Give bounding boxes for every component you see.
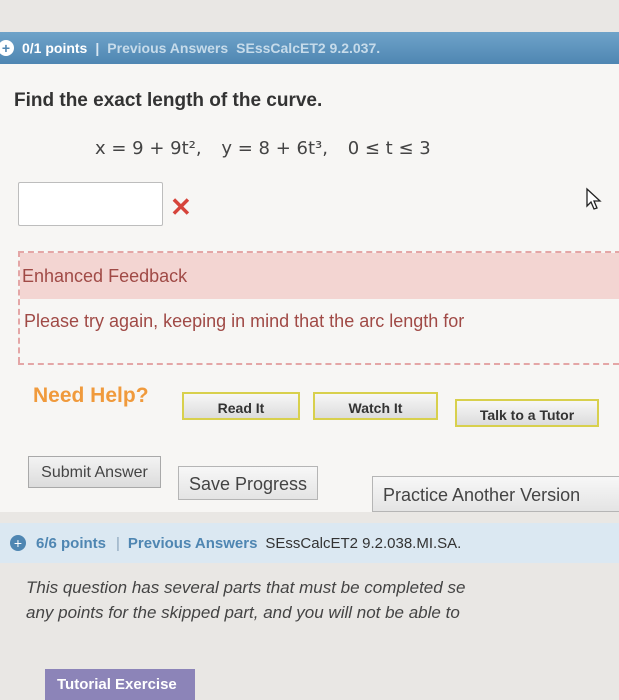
question2-header: + 6/6 points | Previous Answers SEssCalc… bbox=[0, 523, 619, 563]
question2-text: This question has several parts that mus… bbox=[26, 575, 619, 625]
previous-answers-link[interactable]: Previous Answers bbox=[128, 535, 258, 552]
need-help-label: Need Help? bbox=[33, 384, 149, 407]
feedback-divider bbox=[18, 363, 619, 365]
exercise-id: SEssCalcET2 9.2.038.MI.SA. bbox=[265, 534, 462, 552]
question-card: Find the exact length of the curve. x = … bbox=[0, 64, 619, 512]
header-divider: | bbox=[116, 534, 120, 552]
x-mark-icon: ✕ bbox=[170, 192, 192, 222]
previous-answers-link[interactable]: Previous Answers bbox=[107, 40, 228, 56]
expand-icon[interactable]: + bbox=[10, 535, 26, 551]
save-progress-button[interactable]: Save Progress bbox=[178, 466, 318, 500]
points-label: 6/6 points bbox=[36, 534, 107, 552]
question-prompt: Find the exact length of the curve. bbox=[14, 90, 323, 111]
tutorial-exercise-tab[interactable]: Tutorial Exercise bbox=[45, 669, 195, 700]
expand-icon[interactable]: + bbox=[0, 40, 14, 56]
equation-y: y = 8 + 6t³, bbox=[221, 138, 328, 159]
equation-x: x = 9 + 9t², bbox=[95, 138, 202, 159]
mouse-cursor-icon bbox=[586, 187, 602, 210]
watch-it-button[interactable]: Watch It bbox=[313, 392, 438, 420]
equation: x = 9 + 9t², y = 8 + 6t³, 0 ≤ t ≤ 3 bbox=[95, 138, 445, 159]
exercise-id: SEssCalcET2 9.2.037. bbox=[236, 40, 381, 56]
talk-to-tutor-button[interactable]: Talk to a Tutor bbox=[455, 399, 599, 427]
question-header: + 0/1 points | Previous Answers SEssCalc… bbox=[0, 32, 619, 64]
submit-answer-button[interactable]: Submit Answer bbox=[28, 456, 161, 488]
feedback-text: Please try again, keeping in mind that t… bbox=[24, 311, 465, 331]
answer-input[interactable] bbox=[18, 182, 163, 226]
equation-range: 0 ≤ t ≤ 3 bbox=[347, 138, 431, 159]
question2-line2: any points for the skipped part, and you… bbox=[26, 603, 460, 622]
read-it-button[interactable]: Read It bbox=[182, 392, 300, 420]
feedback-box: Enhanced Feedback Please try again, keep… bbox=[18, 251, 619, 363]
feedback-title: Enhanced Feedback bbox=[20, 253, 619, 299]
practice-another-version-button[interactable]: Practice Another Version bbox=[372, 476, 619, 512]
points-label: 0/1 points bbox=[22, 40, 88, 56]
header-divider: | bbox=[95, 40, 100, 56]
question2-line1: This question has several parts that mus… bbox=[26, 578, 466, 597]
